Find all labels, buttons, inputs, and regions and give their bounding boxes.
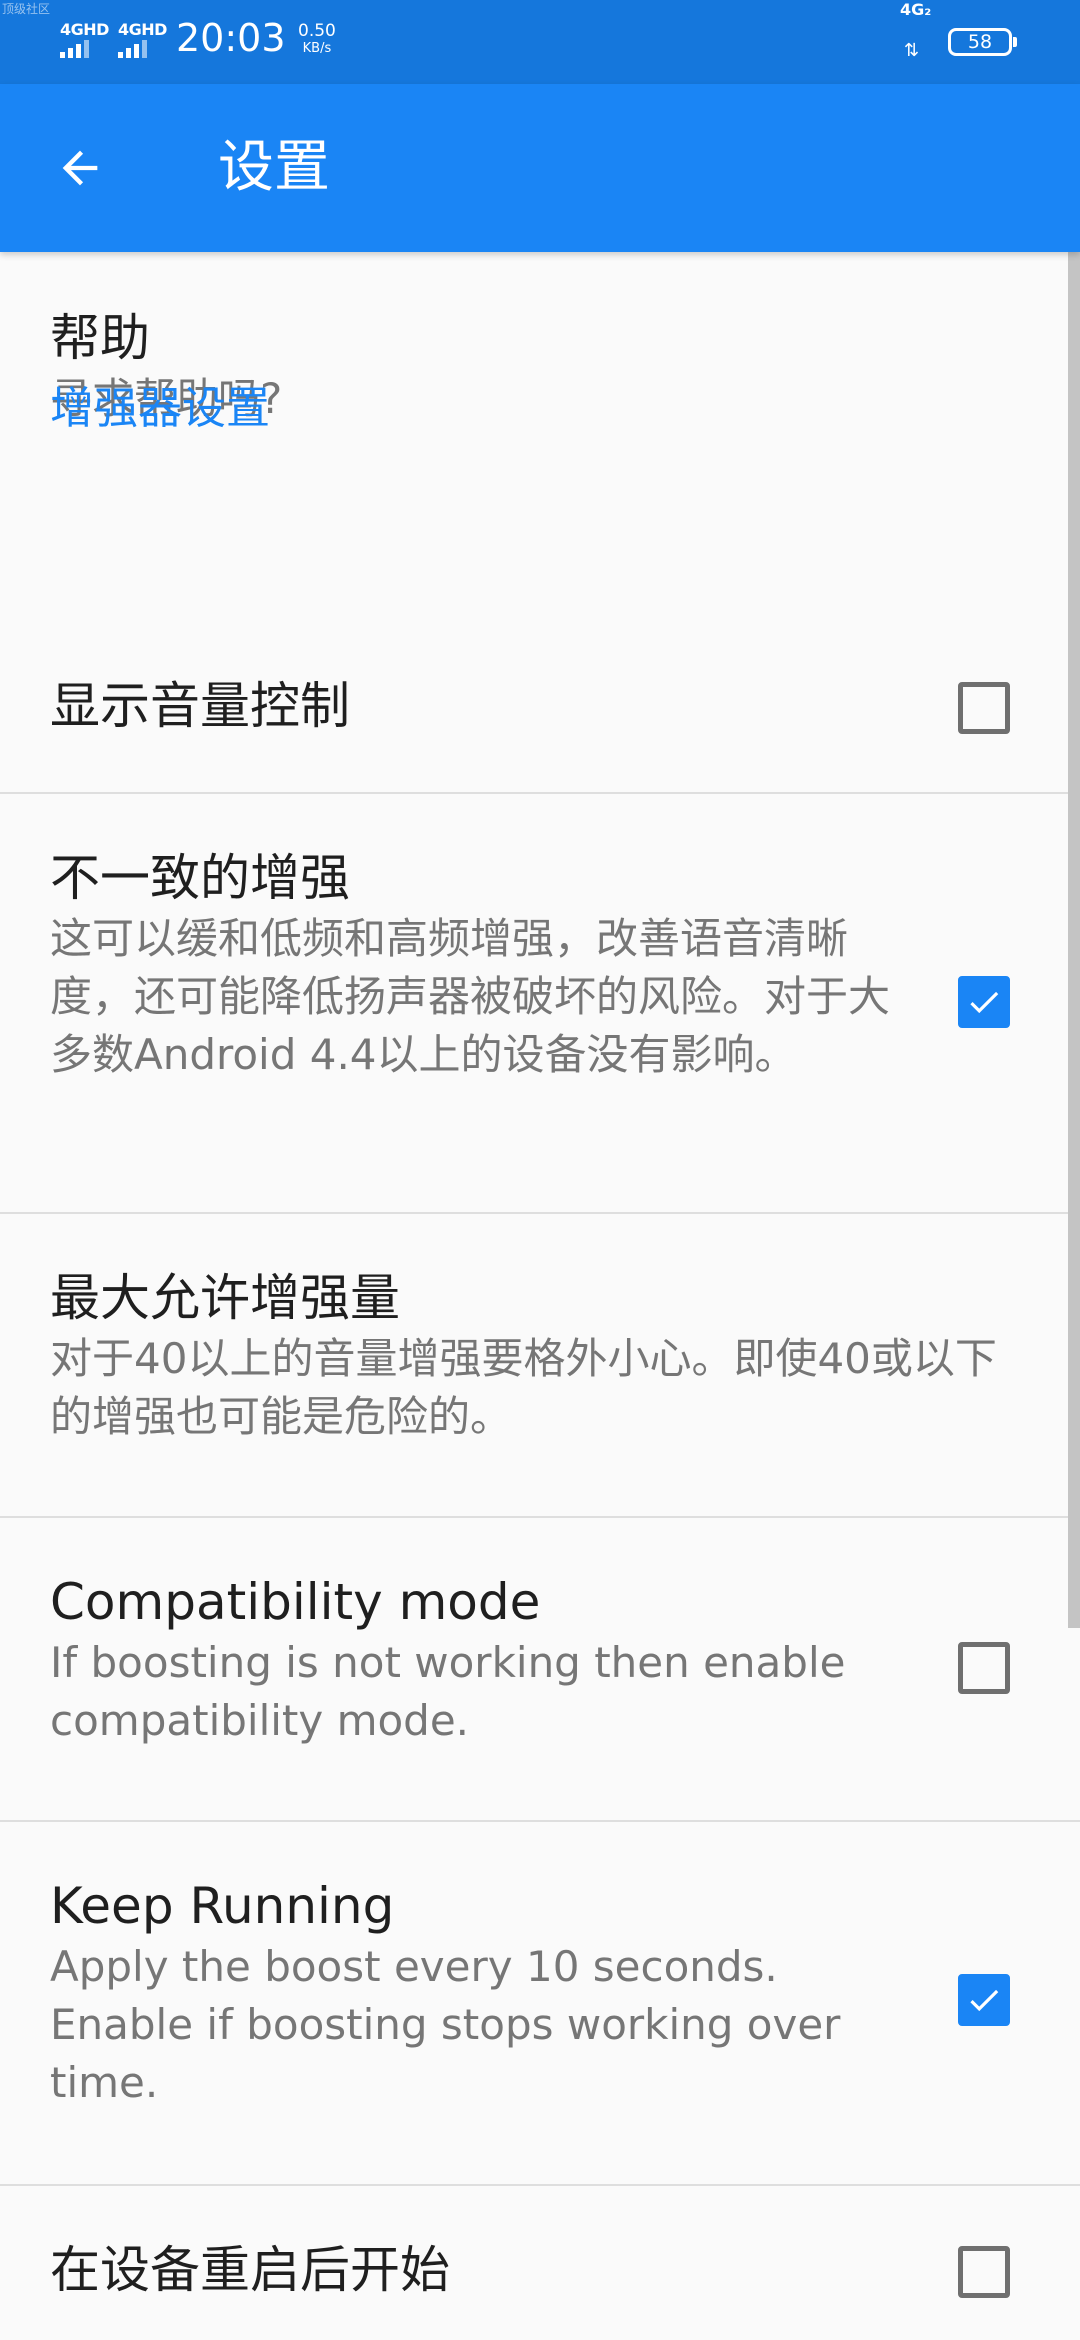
pref-title: 显示音量控制 — [50, 677, 350, 735]
show-volume-checkbox[interactable] — [958, 682, 1010, 734]
pref-start-on-boot[interactable]: 在设备重启后开始 — [0, 2186, 1080, 2340]
sim1-signal-icon: 4GHD — [60, 20, 112, 58]
network-speed: 0.50 KB/s — [298, 22, 336, 58]
pref-summary: If boosting is not working then enable c… — [50, 1638, 846, 1745]
pref-title: 不一致的增强 — [50, 849, 350, 907]
sim2-network-label: 4GHD — [118, 20, 167, 39]
network-speed-unit: KB/s — [302, 41, 332, 56]
check-icon — [970, 1989, 999, 2012]
page-title: 设置 — [218, 135, 330, 200]
sim1-network-label: 4GHD — [60, 20, 109, 39]
pref-compatibility-mode[interactable]: Compatibility mode If boosting is not wo… — [0, 1518, 1080, 1822]
battery-level: 58 — [967, 31, 993, 53]
pref-summary: 这可以缓和低频和高频增强，改善语音清晰度，还可能降低扬声器被破坏的风险。对于大多… — [50, 914, 891, 1079]
pref-summary: Apply the boost every 10 seconds. Enable… — [50, 1942, 841, 2107]
check-icon — [970, 991, 999, 1014]
pref-title: 在设备重启后开始 — [50, 2241, 450, 2299]
pref-show-volume[interactable]: 显示音量控制 — [0, 640, 1080, 794]
battery-icon: 58 — [948, 28, 1017, 56]
keep-running-checkbox[interactable] — [958, 1974, 1010, 2026]
pref-inconsistent-boost[interactable]: 不一致的增强 这可以缓和低频和高频增强，改善语音清晰度，还可能降低扬声器被破坏的… — [0, 794, 1080, 1214]
data-transfer-icon: ⇅ — [904, 40, 920, 61]
compatibility-mode-checkbox[interactable] — [958, 1642, 1010, 1694]
start-on-boot-checkbox[interactable] — [958, 2246, 1010, 2298]
back-button[interactable] — [40, 128, 120, 208]
pref-title: Compatibility mode — [50, 1573, 541, 1631]
status-bar: 顶级社区 4GHD 4GHD 20:03 0.50 KB/s 4G₂ ⇅ 58 — [0, 0, 1080, 84]
arrow-back-icon — [62, 150, 98, 186]
pref-title: 最大允许增强量 — [50, 1269, 400, 1327]
app-bar: 设置 — [0, 84, 1080, 252]
status-time: 20:03 — [176, 16, 286, 60]
network-speed-value: 0.50 — [298, 21, 336, 41]
pref-summary: 对于40以上的音量增强要格外小心。即使40或以下的增强也可能是危险的。 — [50, 1334, 997, 1441]
inconsistent-boost-checkbox[interactable] — [958, 976, 1010, 1028]
pref-title: Keep Running — [50, 1877, 395, 1935]
pref-keep-running[interactable]: Keep Running Apply the boost every 10 se… — [0, 1822, 1080, 2186]
pref-max-boost[interactable]: 最大允许增强量 对于40以上的音量增强要格外小心。即使40或以下的增强也可能是危… — [0, 1214, 1080, 1518]
watermark: 顶级社区 — [2, 2, 51, 16]
network-type: 4G₂ — [900, 0, 932, 19]
sim2-signal-icon: 4GHD — [118, 20, 170, 58]
scrollbar[interactable] — [1068, 252, 1080, 1628]
